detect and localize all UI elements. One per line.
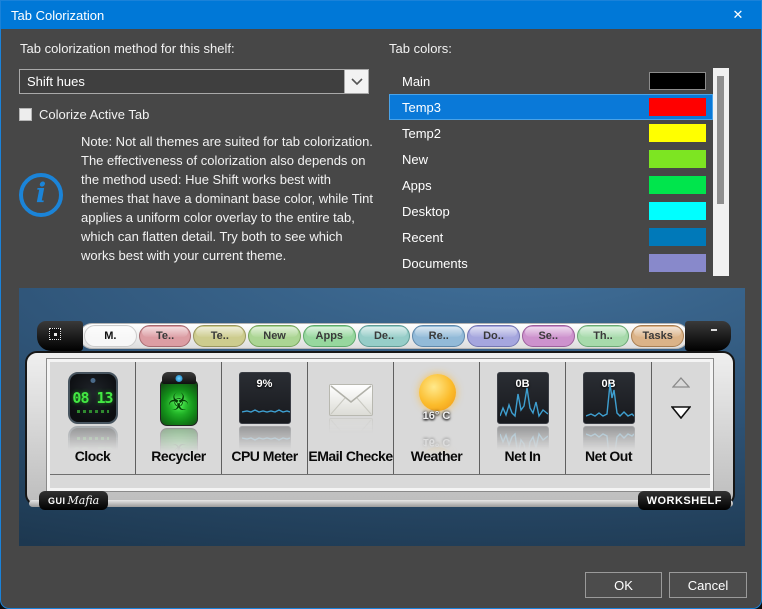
shelf-item-label: Clock: [50, 448, 135, 464]
colorize-active-tab-checkbox[interactable]: [19, 108, 32, 121]
cpu-graph-icon: [242, 380, 290, 420]
shelf-item-label: Net Out: [566, 448, 651, 464]
tab-colors-list: Main Temp3 Temp2 New Apps Desktop Recent: [389, 68, 713, 276]
envelope-icon: [329, 384, 373, 416]
tab-color-name: Apps: [390, 178, 649, 193]
shelf-item-label: Net In: [480, 448, 565, 464]
shelf-body: 08 13 Clock ☣ Recycler: [25, 351, 735, 506]
clock-icon: 08 13: [68, 372, 118, 424]
method-dropdown[interactable]: Shift hues: [19, 69, 369, 94]
colorize-active-tab-row: Colorize Active Tab: [19, 107, 149, 122]
biohazard-icon: ☣: [168, 391, 190, 415]
tab-color-swatch[interactable]: [649, 124, 706, 142]
net-out-graph-icon: 0B: [583, 372, 635, 424]
preview-tab-recent: Re..: [412, 325, 465, 347]
weather-sun-icon: 16° C: [411, 372, 463, 428]
ok-button[interactable]: OK: [585, 572, 662, 598]
corner-dash-icon: [711, 329, 717, 331]
shelf-item-recycler: ☣ Recycler: [136, 362, 222, 474]
tab-colors-label: Tab colors:: [389, 41, 452, 56]
titlebar[interactable]: Tab Colorization ✕: [1, 1, 761, 29]
colors-list-scrollbar[interactable]: [713, 68, 729, 276]
shelf-item-label: EMail Checke: [308, 448, 393, 464]
close-icon: ✕: [733, 7, 744, 23]
tab-color-swatch[interactable]: [649, 72, 706, 90]
preview-tab-themes: Th..: [577, 325, 630, 347]
preview-tab-main: M.: [84, 325, 137, 347]
net-in-graph-icon: 0B: [497, 372, 549, 424]
gui-mafia-badge: GUI Mafia: [39, 491, 108, 510]
tab-color-name: Recent: [390, 230, 649, 245]
tab-color-name: Temp2: [390, 126, 649, 141]
method-dropdown-value: Shift hues: [20, 74, 344, 89]
shelf-item-label: CPU Meter: [222, 448, 307, 464]
shelf-corner-left: [37, 321, 83, 351]
preview-tab-new: New: [248, 325, 301, 347]
tab-color-name: Documents: [390, 256, 649, 271]
shelf-item-label: Recycler: [136, 448, 221, 464]
tab-color-swatch[interactable]: [649, 254, 706, 272]
method-label: Tab colorization method for this shelf:: [20, 41, 235, 56]
tab-color-row-desktop[interactable]: Desktop: [389, 198, 713, 224]
tab-color-row-main[interactable]: Main: [389, 68, 713, 94]
tab-color-row-apps[interactable]: Apps: [389, 172, 713, 198]
clock-time: 08 13: [70, 389, 116, 407]
info-icon: i: [19, 173, 63, 217]
shelf-preview: M. Te.. Te.. New Apps De.. Re.. Do.. Se.…: [19, 288, 745, 546]
shelf-scroll-arrows: [652, 362, 710, 474]
preview-tab-documents: Do..: [467, 325, 520, 347]
tab-color-row-temp3[interactable]: Temp3: [389, 94, 713, 120]
shelf-item-weather: 16° C Weather: [394, 362, 480, 474]
preview-tab-desktop: De..: [358, 325, 411, 347]
preview-tabbar: M. Te.. Te.. New Apps De.. Re.. Do.. Se.…: [37, 321, 731, 351]
tab-color-name: Temp3: [390, 100, 649, 115]
scrollbar-thumb[interactable]: [717, 76, 724, 204]
shelf-cells: 08 13 Clock ☣ Recycler: [50, 362, 710, 475]
workshelf-badge: WORKSHELF: [638, 491, 731, 510]
tab-color-swatch[interactable]: [649, 176, 706, 194]
tab-color-row-recent[interactable]: Recent: [389, 224, 713, 250]
tab-color-row-temp2[interactable]: Temp2: [389, 120, 713, 146]
preview-tab-temp2: Te..: [193, 325, 246, 347]
shelf-icon-frame: 08 13 Clock ☣ Recycler: [47, 359, 713, 491]
cancel-button[interactable]: Cancel: [669, 572, 747, 598]
tab-color-name: New: [390, 152, 649, 167]
preview-tab-temp3: Te..: [139, 325, 192, 347]
shelf-item-cpu-meter: 9% CPU Meter: [222, 362, 308, 474]
preview-tab-apps: Apps: [303, 325, 356, 347]
recycler-icon: ☣: [160, 372, 198, 426]
chevron-down-icon: [351, 78, 363, 85]
grab-handle-icon: [49, 328, 61, 340]
preview-tab-strip: M. Te.. Te.. New Apps De.. Re.. Do.. Se.…: [79, 323, 689, 349]
scroll-up-icon: [672, 377, 690, 388]
shelf-item-net-in: 0B Net In: [480, 362, 566, 474]
shelf-item-net-out: 0B Net Out: [566, 362, 652, 474]
shelf-item-email-checker: EMail Checke: [308, 362, 394, 474]
shelf-bottom-rim: [29, 500, 733, 507]
shelf-corner-right: [685, 321, 731, 351]
tab-color-swatch[interactable]: [649, 98, 706, 116]
preview-tab-tasks: Tasks: [631, 325, 684, 347]
close-button[interactable]: ✕: [715, 1, 761, 29]
tab-colorization-dialog: Tab Colorization ✕ Tab colorization meth…: [0, 0, 762, 609]
shelf-item-label: Weather: [394, 448, 479, 464]
tab-color-swatch[interactable]: [649, 202, 706, 220]
preview-tab-search: Se..: [522, 325, 575, 347]
tab-color-swatch[interactable]: [649, 150, 706, 168]
tab-color-swatch[interactable]: [649, 228, 706, 246]
dropdown-open-button[interactable]: [344, 70, 368, 93]
window-title: Tab Colorization: [1, 8, 715, 23]
weather-temperature: 16° C: [411, 410, 463, 422]
scroll-down-icon: [671, 406, 691, 419]
tab-color-name: Main: [390, 74, 649, 89]
tab-color-row-documents[interactable]: Documents: [389, 250, 713, 276]
colorize-active-tab-label: Colorize Active Tab: [39, 107, 149, 122]
tab-color-name: Desktop: [390, 204, 649, 219]
shelf-item-clock: 08 13 Clock: [50, 362, 136, 474]
cpu-meter-icon: 9%: [239, 372, 291, 424]
tab-color-row-new[interactable]: New: [389, 146, 713, 172]
note-text: Note: Not all themes are suited for tab …: [81, 132, 376, 265]
